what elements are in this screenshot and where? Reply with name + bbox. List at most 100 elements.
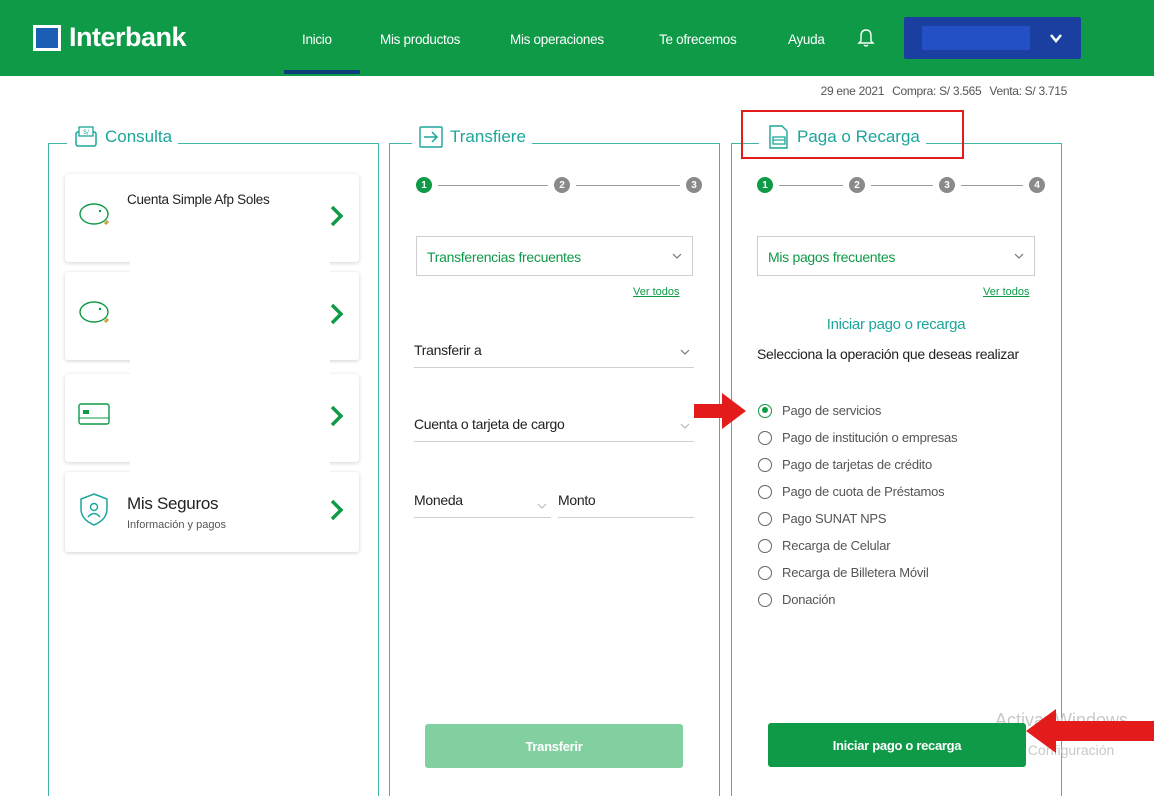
radio[interactable] bbox=[758, 565, 772, 580]
annotation-arrow-right-icon bbox=[694, 393, 746, 429]
chevron-right-icon bbox=[330, 303, 344, 325]
svg-text:S/: S/ bbox=[83, 129, 90, 136]
step-line bbox=[961, 184, 1023, 186]
currency-field[interactable]: Moneda bbox=[414, 488, 551, 518]
option-label: Pago de institución o empresas bbox=[782, 430, 958, 445]
start-payment-heading: Iniciar pago o recarga bbox=[826, 316, 966, 333]
card-title: Mis Seguros bbox=[127, 494, 219, 513]
frequent-payments-label: Mis pagos frecuentes bbox=[768, 249, 896, 265]
step-4: 4 bbox=[1029, 177, 1045, 193]
frequent-transfers-select[interactable]: Transferencias frecuentes bbox=[416, 236, 693, 276]
option-label: Donación bbox=[782, 592, 836, 607]
option-donacion[interactable]: Donación bbox=[758, 592, 836, 607]
credit-card-icon bbox=[78, 403, 110, 425]
option-pago-cuota[interactable]: Pago de cuota de Préstamos bbox=[758, 484, 945, 499]
radio[interactable] bbox=[758, 430, 772, 445]
annotation-highlight-box bbox=[741, 110, 964, 159]
chevron-down-icon bbox=[1050, 34, 1062, 43]
step-3: 3 bbox=[939, 177, 955, 193]
radio[interactable] bbox=[758, 457, 772, 472]
nav-mis-productos[interactable]: Mis productos bbox=[380, 32, 460, 47]
consulta-title: S/ Consulta bbox=[67, 124, 179, 150]
chevron-down-icon bbox=[537, 503, 547, 509]
bell-icon[interactable] bbox=[857, 28, 875, 48]
interbank-logo[interactable]: Interbank bbox=[33, 22, 187, 53]
currency-label: Moneda bbox=[414, 492, 463, 508]
piggy-bank-icon bbox=[79, 203, 110, 226]
chevron-right-icon bbox=[330, 499, 344, 521]
step-line bbox=[438, 184, 548, 186]
source-account-label: Cuenta o tarjeta de cargo bbox=[414, 416, 565, 432]
option-label: Recarga de Celular bbox=[782, 538, 891, 553]
nav-te-ofrecemos[interactable]: Te ofrecemos bbox=[659, 32, 737, 47]
chevron-down-icon bbox=[1014, 253, 1024, 259]
nav-mis-operaciones[interactable]: Mis operaciones bbox=[510, 32, 604, 47]
radio[interactable] bbox=[758, 511, 772, 526]
source-account-field[interactable]: Cuenta o tarjeta de cargo bbox=[414, 412, 694, 442]
step-line bbox=[779, 184, 843, 186]
radio[interactable] bbox=[758, 592, 772, 607]
user-name-redacted bbox=[922, 26, 1030, 50]
transfer-stepper: 1 2 3 bbox=[416, 177, 702, 193]
option-recarga-celular[interactable]: Recarga de Celular bbox=[758, 538, 891, 553]
step-2: 2 bbox=[554, 177, 570, 193]
operation-prompt: Selecciona la operación que deseas reali… bbox=[757, 346, 1019, 362]
shield-icon bbox=[80, 493, 108, 526]
active-tab-indicator bbox=[284, 70, 360, 74]
step-1: 1 bbox=[416, 177, 432, 193]
radio[interactable] bbox=[758, 538, 772, 553]
chevron-right-icon bbox=[330, 405, 344, 427]
step-line bbox=[871, 184, 933, 186]
brand-name: Interbank bbox=[69, 22, 187, 52]
option-label: Pago de tarjetas de crédito bbox=[782, 457, 932, 472]
step-2: 2 bbox=[849, 177, 865, 193]
transfiere-title-text: Transfiere bbox=[450, 127, 526, 146]
annotation-arrow-left-icon bbox=[1026, 709, 1154, 753]
chevron-right-icon bbox=[330, 205, 344, 227]
wallet-icon: S/ bbox=[75, 126, 97, 147]
see-all-payments-link[interactable]: Ver todos bbox=[983, 286, 1029, 298]
card-title: Cuenta Simple Afp Soles bbox=[127, 192, 270, 207]
payment-stepper: 1 2 3 4 bbox=[757, 177, 1045, 193]
frequent-transfers-label: Transferencias frecuentes bbox=[427, 249, 581, 265]
option-recarga-billetera[interactable]: Recarga de Billetera Móvil bbox=[758, 565, 929, 580]
redaction-mask bbox=[130, 211, 330, 475]
transfiere-title: Transfiere bbox=[412, 124, 532, 150]
option-pago-tarjetas[interactable]: Pago de tarjetas de crédito bbox=[758, 457, 932, 472]
nav-ayuda[interactable]: Ayuda bbox=[788, 32, 825, 47]
option-label: Pago de servicios bbox=[782, 403, 882, 418]
step-1: 1 bbox=[757, 177, 773, 193]
chevron-down-icon bbox=[680, 349, 690, 355]
chevron-down-icon bbox=[680, 423, 690, 429]
frequent-payments-select[interactable]: Mis pagos frecuentes bbox=[757, 236, 1035, 276]
option-label: Pago SUNAT NPS bbox=[782, 511, 887, 526]
card-subtitle: Información y pagos bbox=[127, 519, 227, 531]
option-label: Recarga de Billetera Móvil bbox=[782, 565, 929, 580]
chevron-down-icon bbox=[672, 253, 682, 259]
top-navigation-bar: Interbank Inicio Mis productos Mis opera… bbox=[0, 0, 1154, 76]
insurance-card[interactable]: Mis Seguros Información y pagos bbox=[65, 472, 359, 552]
option-pago-servicios[interactable]: Pago de servicios bbox=[758, 403, 881, 418]
user-menu[interactable] bbox=[904, 17, 1081, 59]
radio-selected[interactable] bbox=[758, 403, 772, 418]
transfer-arrow-icon bbox=[419, 126, 443, 148]
transfer-to-label: Transferir a bbox=[414, 342, 482, 358]
logo-square-icon bbox=[33, 24, 61, 51]
piggy-bank-icon bbox=[79, 301, 110, 324]
rates-buy: Compra: S/ 3.565 bbox=[892, 84, 982, 98]
option-label: Pago de cuota de Préstamos bbox=[782, 484, 945, 499]
amount-label: Monto bbox=[558, 492, 596, 508]
transfer-to-field[interactable]: Transferir a bbox=[414, 338, 694, 368]
transfer-button[interactable]: Transferir bbox=[425, 724, 683, 768]
step-3: 3 bbox=[686, 177, 702, 193]
nav-inicio[interactable]: Inicio bbox=[302, 32, 332, 47]
exchange-rates: 29 ene 2021 Compra: S/ 3.565 Venta: S/ 3… bbox=[816, 84, 1068, 98]
option-pago-sunat[interactable]: Pago SUNAT NPS bbox=[758, 511, 887, 526]
start-payment-button[interactable]: Iniciar pago o recarga bbox=[768, 723, 1026, 767]
step-line bbox=[576, 184, 680, 186]
rates-date: 29 ene 2021 bbox=[820, 84, 885, 98]
see-all-transfers-link[interactable]: Ver todos bbox=[633, 286, 679, 298]
amount-field[interactable]: Monto bbox=[558, 488, 694, 518]
option-pago-institucion[interactable]: Pago de institución o empresas bbox=[758, 430, 958, 445]
radio[interactable] bbox=[758, 484, 772, 499]
